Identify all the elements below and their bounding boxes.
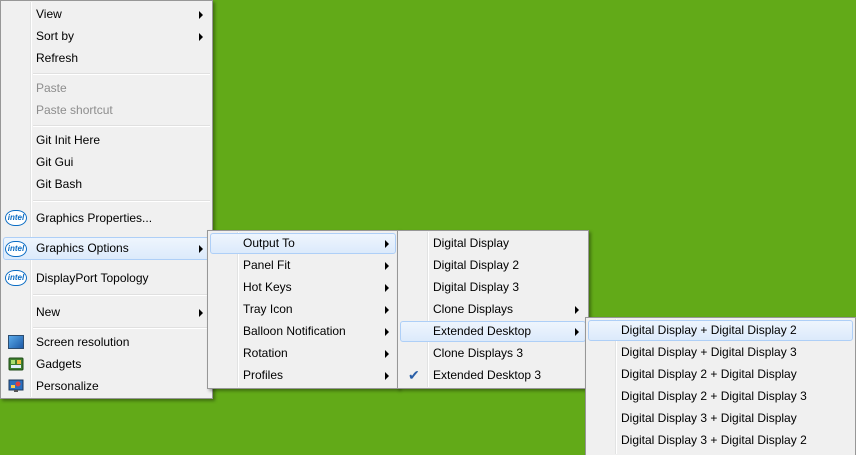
menu-item-git-init-here[interactable]: Git Init Here (3, 130, 210, 151)
menu-item-hot-keys[interactable]: Hot Keys (210, 277, 396, 298)
submenu-arrow-icon (199, 309, 203, 317)
submenu-arrow-icon (385, 328, 389, 336)
menu-item-graphics-properties[interactable]: intel Graphics Properties... (3, 208, 210, 229)
submenu-arrow-icon (199, 245, 203, 253)
checkmark-icon: ✔ (408, 367, 420, 383)
menu-item-dd2-plus-dd[interactable]: Digital Display 2 + Digital Display (588, 364, 853, 385)
menu-item-dd3-plus-dd[interactable]: Digital Display 3 + Digital Display (588, 408, 853, 429)
submenu-arrow-icon (385, 284, 389, 292)
menu-item-dd-plus-dd2[interactable]: Digital Display + Digital Display 2 (588, 320, 853, 341)
menu-item-refresh[interactable]: Refresh (3, 48, 210, 69)
menu-separator (33, 200, 210, 202)
menu-separator (33, 327, 210, 329)
menu-item-personalize[interactable]: Personalize (3, 376, 210, 397)
menu-item-paste: Paste (36, 81, 67, 95)
intel-logo-icon: intel (5, 210, 27, 226)
menu-item-panel-fit[interactable]: Panel Fit (210, 255, 396, 276)
intel-logo-icon: intel (5, 241, 27, 257)
menu-item-git-gui[interactable]: Git Gui (3, 152, 210, 173)
submenu-arrow-icon (575, 306, 579, 314)
personalize-icon (8, 379, 24, 393)
menu-item-screen-resolution[interactable]: Screen resolution (3, 332, 210, 353)
submenu-arrow-icon (385, 350, 389, 358)
menu-item-balloon-notification[interactable]: Balloon Notification (210, 321, 396, 342)
menu-item-extended-desktop-3[interactable]: ✔ Extended Desktop 3 (400, 365, 586, 386)
submenu-arrow-icon (385, 240, 389, 248)
menu-item-view[interactable]: View (3, 4, 210, 25)
submenu-arrow-icon (199, 11, 203, 19)
menu-item-clone-displays[interactable]: Clone Displays (400, 299, 586, 320)
menu-item-rotation[interactable]: Rotation (210, 343, 396, 364)
gadgets-icon (8, 357, 24, 371)
menu-item-digital-display-3[interactable]: Digital Display 3 (400, 277, 586, 298)
screen-resolution-icon (8, 335, 24, 349)
submenu-arrow-icon (385, 306, 389, 314)
submenu-arrow-icon (575, 328, 579, 336)
menu-item-dd-plus-dd3[interactable]: Digital Display + Digital Display 3 (588, 342, 853, 363)
menu-separator (33, 294, 210, 296)
extended-desktop-submenu: Digital Display + Digital Display 2 Digi… (585, 317, 856, 455)
menu-item-clone-displays-3[interactable]: Clone Displays 3 (400, 343, 586, 364)
menu-separator (33, 125, 210, 127)
menu-item-digital-display[interactable]: Digital Display (400, 233, 586, 254)
menu-item-digital-display-2[interactable]: Digital Display 2 (400, 255, 586, 276)
menu-item-paste-shortcut: Paste shortcut (36, 103, 113, 117)
menu-item-extended-desktop[interactable]: Extended Desktop (400, 321, 586, 342)
menu-item-sort-by[interactable]: Sort by (3, 26, 210, 47)
menu-item-output-to[interactable]: Output To (210, 233, 396, 254)
menu-item-git-bash[interactable]: Git Bash (3, 174, 210, 195)
output-to-submenu: Digital Display Digital Display 2 Digita… (397, 230, 589, 389)
menu-item-tray-icon[interactable]: Tray Icon (210, 299, 396, 320)
menu-item-profiles[interactable]: Profiles (210, 365, 396, 386)
submenu-arrow-icon (385, 262, 389, 270)
desktop-context-menu: View Sort by Refresh Paste Paste shortcu… (0, 0, 213, 399)
menu-item-new[interactable]: New (3, 302, 210, 323)
menu-item-graphics-options[interactable]: intel Graphics Options (3, 237, 210, 260)
menu-item-dd2-plus-dd3[interactable]: Digital Display 2 + Digital Display 3 (588, 386, 853, 407)
menu-item-dd3-plus-dd2[interactable]: Digital Display 3 + Digital Display 2 (588, 430, 853, 451)
menu-item-gadgets[interactable]: Gadgets (3, 354, 210, 375)
menu-item-displayport-topology[interactable]: intel DisplayPort Topology (3, 268, 210, 289)
menu-separator (33, 73, 210, 75)
intel-logo-icon: intel (5, 270, 27, 286)
submenu-arrow-icon (199, 33, 203, 41)
submenu-arrow-icon (385, 372, 389, 380)
graphics-options-submenu: Output To Panel Fit Hot Keys Tray Icon B… (207, 230, 399, 389)
